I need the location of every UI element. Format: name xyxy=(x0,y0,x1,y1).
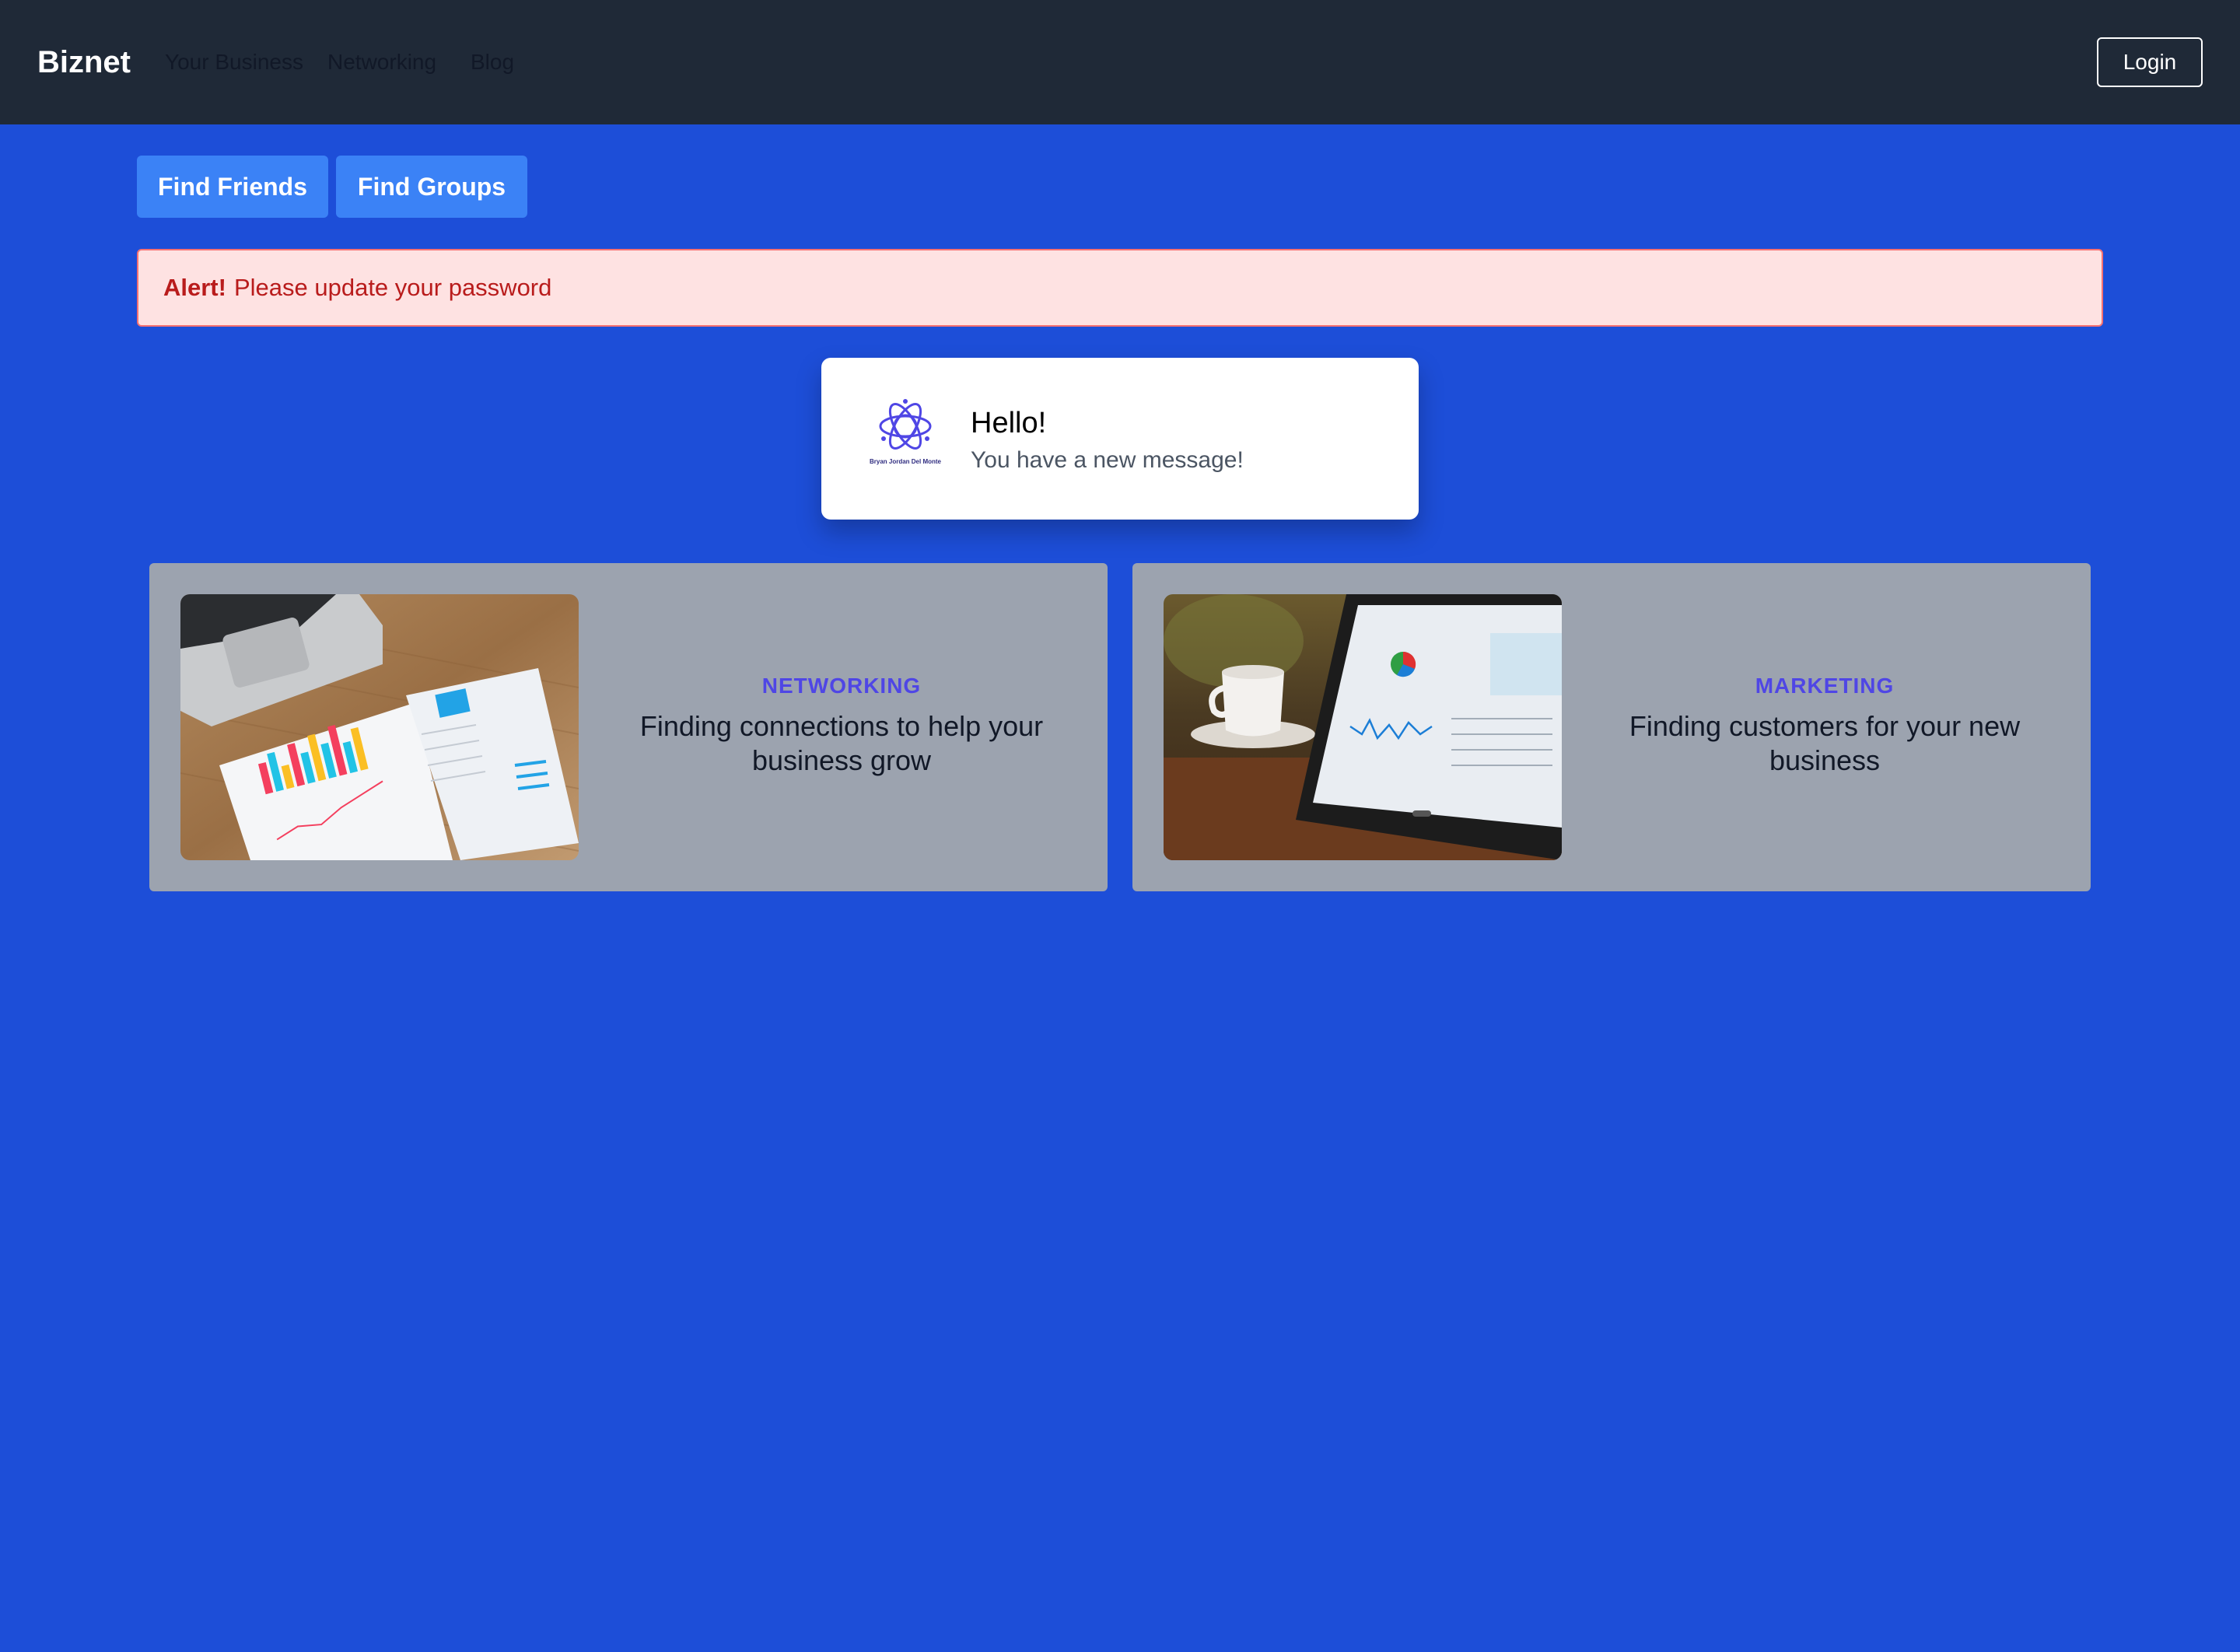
marketing-card[interactable]: MARKETING Finding customers for your new… xyxy=(1132,563,2091,891)
card-description: Finding connections to help your busines… xyxy=(639,710,1044,776)
login-button[interactable]: Login xyxy=(2097,37,2203,87)
notification-message: You have a new message! xyxy=(971,447,1244,473)
nav-link-your-business[interactable]: Your Business xyxy=(165,44,303,81)
card-category: NETWORKING xyxy=(761,674,922,698)
alert-message: Please update your password xyxy=(233,274,552,301)
brand-logo[interactable]: Biznet xyxy=(37,39,131,86)
top-navbar: Biznet Your Business Networking Blog Log… xyxy=(0,0,2240,124)
logo-text: Bryan Jordan Del Monte xyxy=(870,458,942,465)
card-category: MARKETING xyxy=(1755,674,1895,698)
networking-card[interactable]: NETWORKING Finding connections to help y… xyxy=(149,563,1108,891)
networking-card-text: NETWORKING Finding connections to help y… xyxy=(600,670,1083,778)
tablet-dashboard-image xyxy=(1164,594,1562,860)
nav-link-blog[interactable]: Blog xyxy=(471,44,514,81)
card-description: Finding customers for your new business xyxy=(1629,710,2021,776)
marketing-card-text: MARKETING Finding customers for your new… xyxy=(1584,670,2066,778)
find-groups-button[interactable]: Find Groups xyxy=(336,156,527,218)
alert-label: Alert! xyxy=(163,274,226,301)
notification-title: Hello! xyxy=(971,407,1047,439)
nav-link-networking[interactable]: Networking xyxy=(327,44,436,81)
password-alert: Alert! Please update your password xyxy=(137,249,2103,327)
find-friends-button[interactable]: Find Friends xyxy=(137,156,328,218)
brand-atom-logo: Bryan Jordan Del Monte xyxy=(859,389,952,482)
message-notification[interactable]: Bryan Jordan Del Monte Hello! You have a… xyxy=(821,358,1419,520)
analytics-papers-image xyxy=(180,594,579,860)
